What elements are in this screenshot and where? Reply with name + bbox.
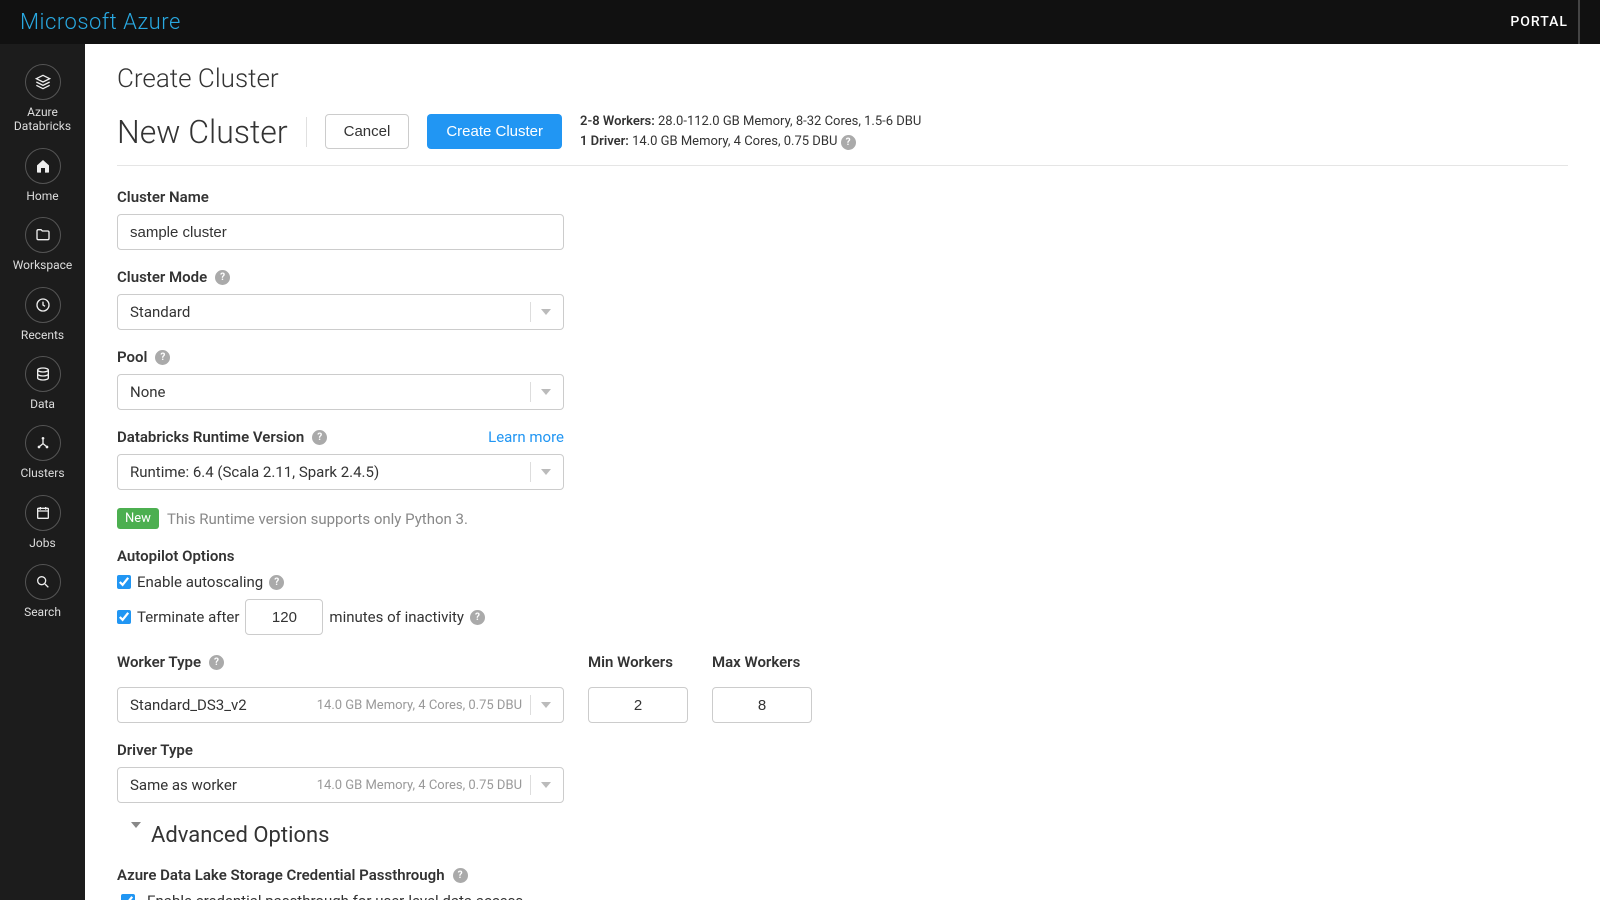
chevron-down-icon: [530, 695, 551, 715]
folder-icon: [25, 217, 61, 253]
cluster-name-input[interactable]: [117, 214, 564, 250]
sidebar-item-workspace[interactable]: Workspace: [13, 217, 73, 272]
learn-more-link[interactable]: Learn more: [488, 428, 564, 446]
sidebar-item-label: Recents: [21, 328, 64, 342]
terminate-minutes-input[interactable]: [245, 599, 323, 635]
title-row: New Cluster Cancel Create Cluster 2-8 Wo…: [117, 112, 1568, 166]
sidebar: Azure Databricks Home Workspace Recents …: [0, 44, 85, 900]
min-workers-label: Min Workers: [588, 653, 688, 671]
pool-value: None: [130, 383, 530, 401]
max-workers-input[interactable]: [712, 687, 812, 723]
search-icon: [25, 564, 61, 600]
min-workers-input[interactable]: [588, 687, 688, 723]
sidebar-item-data[interactable]: Data: [25, 356, 61, 411]
sidebar-item-recents[interactable]: Recents: [21, 287, 64, 342]
layers-icon: [25, 64, 61, 100]
cluster-mode-select[interactable]: Standard: [117, 294, 564, 330]
worker-type-label: Worker Type: [117, 653, 201, 671]
terminate-suffix: minutes of inactivity: [329, 608, 464, 626]
adls-passthrough-checkbox[interactable]: [121, 894, 135, 900]
summary-workers-label: 2-8 Workers:: [580, 114, 655, 129]
create-cluster-button[interactable]: Create Cluster: [427, 114, 562, 149]
chevron-down-icon: [530, 462, 551, 482]
cancel-button[interactable]: Cancel: [325, 114, 410, 149]
sidebar-item-label: Workspace: [13, 258, 73, 272]
calendar-icon: [25, 495, 61, 531]
divider: [306, 117, 307, 147]
autoscale-label: Enable autoscaling: [137, 573, 263, 591]
summary-driver-value: 14.0 GB Memory, 4 Cores, 0.75 DBU: [632, 134, 837, 149]
page-title: New Cluster: [117, 113, 288, 151]
breadcrumb: Create Cluster: [117, 64, 1568, 94]
adls-heading: Azure Data Lake Storage Credential Passt…: [117, 866, 445, 884]
runtime-note: New This Runtime version supports only P…: [117, 508, 1017, 529]
autoscale-checkbox[interactable]: [117, 575, 131, 589]
sidebar-item-label: Data: [30, 397, 55, 411]
driver-type-select[interactable]: Same as worker 14.0 GB Memory, 4 Cores, …: [117, 767, 564, 803]
pool-select[interactable]: None: [117, 374, 564, 410]
worker-type-value: Standard_DS3_v2: [130, 696, 317, 714]
runtime-note-text: This Runtime version supports only Pytho…: [167, 510, 468, 528]
runtime-value: Runtime: 6.4 (Scala 2.11, Spark 2.4.5): [130, 463, 530, 481]
help-icon[interactable]: ?: [470, 610, 485, 625]
sidebar-item-label: Clusters: [20, 466, 64, 480]
driver-type-label: Driver Type: [117, 741, 1017, 759]
advanced-options-toggle[interactable]: Advanced Options: [131, 823, 1017, 848]
caret-down-icon: [131, 828, 141, 844]
database-icon: [25, 356, 61, 392]
summary-driver-label: 1 Driver:: [580, 134, 629, 149]
help-icon[interactable]: ?: [155, 350, 170, 365]
sidebar-item-clusters[interactable]: Clusters: [20, 425, 64, 480]
portal-link[interactable]: PORTAL: [1480, 0, 1580, 44]
new-badge: New: [117, 508, 159, 529]
home-icon: [25, 148, 61, 184]
help-icon[interactable]: ?: [209, 655, 224, 670]
sidebar-item-label: Jobs: [29, 536, 55, 550]
network-icon: [25, 425, 61, 461]
sidebar-item-label: Home: [26, 189, 58, 203]
main-content: Create Cluster New Cluster Cancel Create…: [85, 44, 1600, 900]
terminate-checkbox[interactable]: [117, 610, 131, 624]
advanced-options-title: Advanced Options: [151, 823, 330, 848]
top-header: Microsoft Azure PORTAL: [0, 0, 1600, 44]
adls-checkbox-label: Enable credential passthrough for user-l…: [147, 892, 523, 900]
runtime-label: Databricks Runtime Version: [117, 428, 304, 446]
cluster-mode-value: Standard: [130, 303, 530, 321]
sidebar-item-search[interactable]: Search: [24, 564, 61, 619]
help-icon[interactable]: ?: [841, 135, 856, 150]
sidebar-item-jobs[interactable]: Jobs: [25, 495, 61, 550]
cluster-mode-label: Cluster Mode: [117, 268, 207, 286]
runtime-select[interactable]: Runtime: 6.4 (Scala 2.11, Spark 2.4.5): [117, 454, 564, 490]
sidebar-item-home[interactable]: Home: [25, 148, 61, 203]
cluster-name-label: Cluster Name: [117, 188, 1017, 206]
chevron-down-icon: [530, 302, 551, 322]
driver-type-value: Same as worker: [130, 776, 317, 794]
sidebar-item-label: Search: [24, 605, 61, 619]
chevron-down-icon: [530, 775, 551, 795]
worker-type-select[interactable]: Standard_DS3_v2 14.0 GB Memory, 4 Cores,…: [117, 687, 564, 723]
terminate-prefix: Terminate after: [137, 608, 239, 626]
summary-workers-value: 28.0-112.0 GB Memory, 8-32 Cores, 1.5-6 …: [658, 114, 921, 129]
cluster-summary: 2-8 Workers: 28.0-112.0 GB Memory, 8-32 …: [580, 112, 921, 151]
clock-icon: [25, 287, 61, 323]
help-icon[interactable]: ?: [312, 430, 327, 445]
max-workers-label: Max Workers: [712, 653, 812, 671]
driver-type-meta: 14.0 GB Memory, 4 Cores, 0.75 DBU: [317, 778, 522, 793]
help-icon[interactable]: ?: [269, 575, 284, 590]
brand-logo: Microsoft Azure: [20, 10, 181, 35]
autopilot-heading: Autopilot Options: [117, 547, 1017, 565]
chevron-down-icon: [530, 382, 551, 402]
help-icon[interactable]: ?: [215, 270, 230, 285]
help-icon[interactable]: ?: [453, 868, 468, 883]
sidebar-item-label: Azure Databricks: [0, 105, 85, 134]
worker-type-meta: 14.0 GB Memory, 4 Cores, 0.75 DBU: [317, 698, 522, 713]
pool-label: Pool: [117, 348, 147, 366]
sidebar-item-azure-databricks[interactable]: Azure Databricks: [0, 64, 85, 134]
